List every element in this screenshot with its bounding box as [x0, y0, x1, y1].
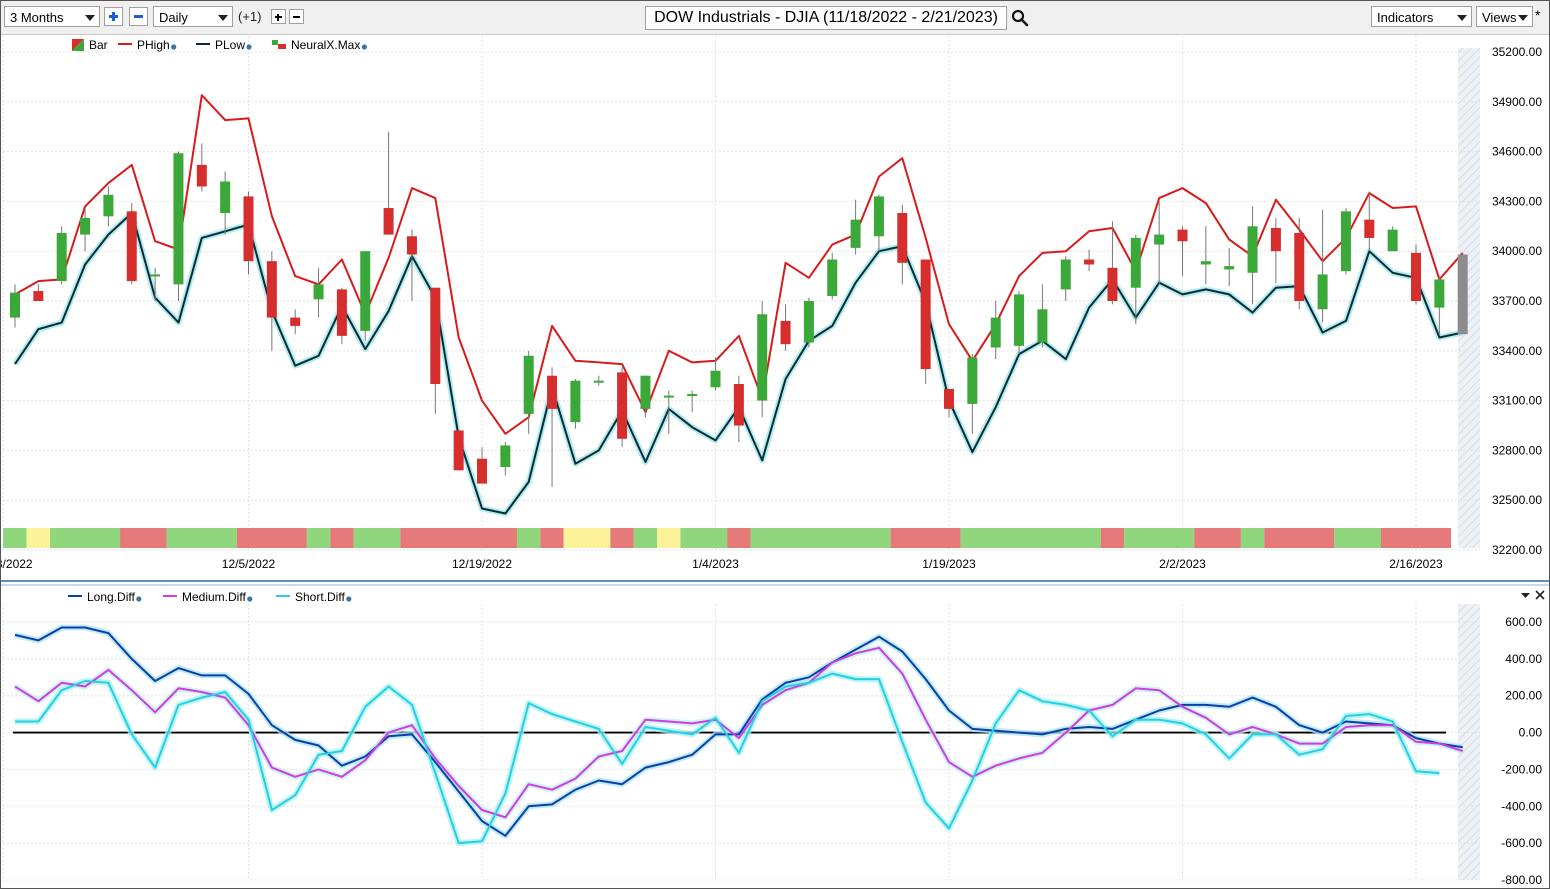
window-frame: [0, 0, 1550, 889]
